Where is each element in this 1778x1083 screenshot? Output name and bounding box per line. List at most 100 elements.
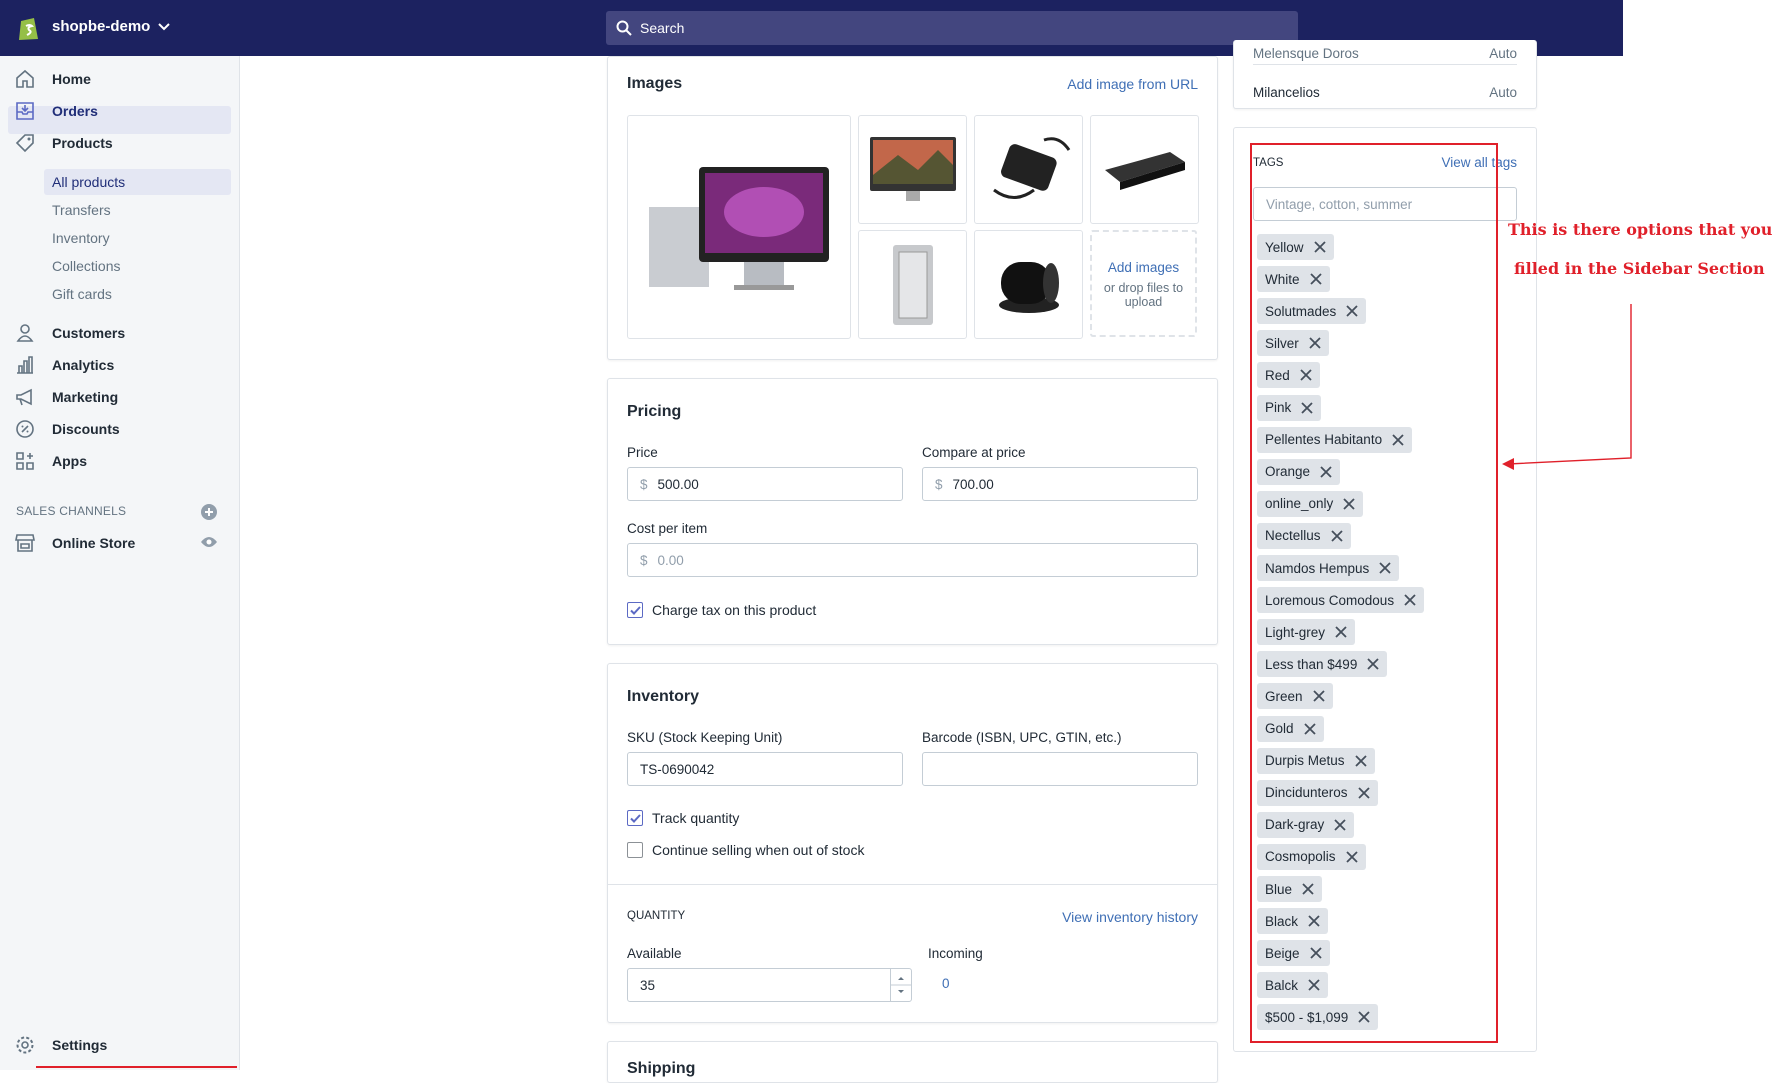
sidebar-item-orders[interactable]: Orders	[14, 100, 98, 122]
megaphone-icon	[14, 386, 36, 408]
check-icon	[629, 813, 641, 823]
sku-value: TS-0690042	[640, 761, 715, 777]
eye-icon[interactable]	[200, 536, 218, 548]
sidebar-item-analytics[interactable]: Analytics	[14, 354, 114, 376]
home-icon	[14, 68, 36, 90]
sidebar-item-label: Apps	[52, 453, 87, 469]
product-image-4[interactable]	[1090, 115, 1199, 224]
sidebar-subitem-inventory[interactable]: Inventory	[52, 230, 110, 246]
track-quantity-checkbox[interactable]: Track quantity	[627, 810, 739, 826]
add-images-link[interactable]: Add images	[1092, 260, 1195, 275]
available-label: Available	[627, 946, 682, 961]
sidebar-subitem-gift-cards[interactable]: Gift cards	[52, 286, 112, 302]
quantity-stepper[interactable]	[890, 969, 911, 1001]
product-image-6[interactable]	[974, 230, 1083, 339]
search-placeholder: Search	[640, 20, 685, 36]
images-card: Images Add image from URL Add images or …	[607, 56, 1218, 360]
sidebar-item-label: Home	[52, 71, 91, 87]
incoming-value[interactable]: 0	[942, 976, 950, 991]
row-value-partial: Auto	[1489, 46, 1517, 61]
annotation-line-1: This is there options that you	[1508, 220, 1773, 239]
orders-icon	[14, 100, 36, 122]
person-icon	[14, 322, 36, 344]
track-quantity-label: Track quantity	[652, 810, 740, 826]
pricing-title: Pricing	[627, 403, 682, 420]
add-images-dropzone[interactable]: Add images or drop files to upload	[1090, 230, 1197, 337]
compare-at-price-input[interactable]: $ 700.00	[922, 467, 1198, 501]
sidebar-item-settings[interactable]: Settings	[14, 1034, 107, 1056]
checkbox-checked[interactable]	[627, 602, 643, 618]
product-image-main[interactable]	[627, 115, 851, 339]
store-icon	[14, 532, 36, 554]
sidebar-item-products[interactable]: Products	[14, 132, 113, 154]
add-channel-icon[interactable]	[201, 504, 217, 520]
product-image-5[interactable]	[858, 230, 967, 339]
sidebar-item-discounts[interactable]: Discounts	[14, 418, 120, 440]
sidebar-item-label: Analytics	[52, 357, 115, 373]
check-icon	[629, 605, 641, 615]
shopify-logo-icon[interactable]	[14, 13, 44, 43]
apps-icon	[14, 450, 36, 472]
search-input[interactable]: Search	[606, 11, 1298, 45]
tower-image-icon	[892, 244, 933, 325]
images-title: Images	[627, 75, 683, 92]
checkbox-unchecked[interactable]	[627, 842, 643, 858]
tag-icon	[14, 132, 36, 154]
view-inventory-history-link[interactable]: View inventory history	[1062, 909, 1198, 925]
divider	[608, 884, 1217, 885]
barcode-input[interactable]	[922, 752, 1198, 786]
pricing-card: Pricing Price $ 500.00 Compare at price …	[607, 378, 1218, 645]
inventory-title: Inventory	[627, 688, 700, 705]
shipping-title: Shipping	[627, 1060, 696, 1077]
sidebar-item-online-store[interactable]: Online Store	[14, 532, 135, 554]
cost-placeholder: 0.00	[657, 552, 684, 568]
incoming-label: Incoming	[928, 946, 983, 961]
shipping-card: Shipping	[607, 1041, 1218, 1083]
sidebar-subitem-transfers[interactable]: Transfers	[52, 202, 111, 218]
chevron-down-icon	[158, 22, 171, 30]
continue-selling-label: Continue selling when out of stock	[652, 842, 865, 858]
currency-symbol: $	[640, 552, 648, 568]
cost-per-item-label: Cost per item	[627, 521, 708, 536]
product-image-2[interactable]	[858, 115, 967, 224]
sidebar: Home Orders Products All products Transf…	[0, 56, 240, 1070]
cost-per-item-input[interactable]: $ 0.00	[627, 543, 1198, 577]
price-label: Price	[627, 445, 658, 460]
checkbox-checked[interactable]	[627, 810, 643, 826]
add-image-from-url-link[interactable]: Add image from URL	[1067, 76, 1198, 92]
sidebar-item-marketing[interactable]: Marketing	[14, 386, 118, 408]
sidebar-item-apps[interactable]: Apps	[14, 450, 87, 472]
sidebar-item-home[interactable]: Home	[14, 68, 91, 90]
sidebar-item-label: Products	[52, 135, 113, 151]
mac-pro-image-icon	[998, 261, 1059, 313]
sku-input[interactable]: TS-0690042	[627, 752, 903, 786]
currency-symbol: $	[640, 476, 648, 492]
sidebar-item-label: Settings	[52, 1037, 108, 1053]
sidebar-subitem-collections[interactable]: Collections	[52, 258, 120, 274]
discount-icon	[14, 418, 36, 440]
charge-tax-checkbox[interactable]: Charge tax on this product	[627, 602, 816, 618]
organization-rows-card: Melensque Doros Auto Milancelios Auto	[1233, 40, 1537, 109]
sidebar-item-label: Marketing	[52, 389, 119, 405]
power-adapter-image-icon	[992, 136, 1070, 199]
red-underline-annotation	[36, 1066, 237, 1068]
product-image-3[interactable]	[974, 115, 1083, 224]
dock-image-icon	[1104, 151, 1185, 190]
currency-symbol: $	[935, 476, 943, 492]
bar-chart-icon	[14, 354, 36, 376]
store-switcher[interactable]: shopbe-demo	[52, 18, 171, 35]
row-name-partial: Melensque Doros	[1253, 46, 1359, 61]
divider	[1253, 64, 1517, 65]
barcode-label: Barcode (ISBN, UPC, GTIN, etc.)	[922, 730, 1122, 745]
sales-channels-heading: SALES CHANNELS	[16, 504, 127, 518]
compare-at-price-label: Compare at price	[922, 445, 1026, 460]
quantity-heading: QUANTITY	[627, 910, 686, 922]
row-name: Milancelios	[1253, 85, 1320, 100]
sidebar-item-customers[interactable]: Customers	[14, 322, 125, 344]
available-quantity-input[interactable]: 35	[627, 968, 912, 1002]
monitor-image-icon	[869, 136, 956, 201]
sku-label: SKU (Stock Keeping Unit)	[627, 730, 783, 745]
price-input[interactable]: $ 500.00	[627, 467, 903, 501]
sidebar-subitem-all-products[interactable]: All products	[52, 174, 125, 190]
continue-selling-checkbox[interactable]: Continue selling when out of stock	[627, 842, 864, 858]
